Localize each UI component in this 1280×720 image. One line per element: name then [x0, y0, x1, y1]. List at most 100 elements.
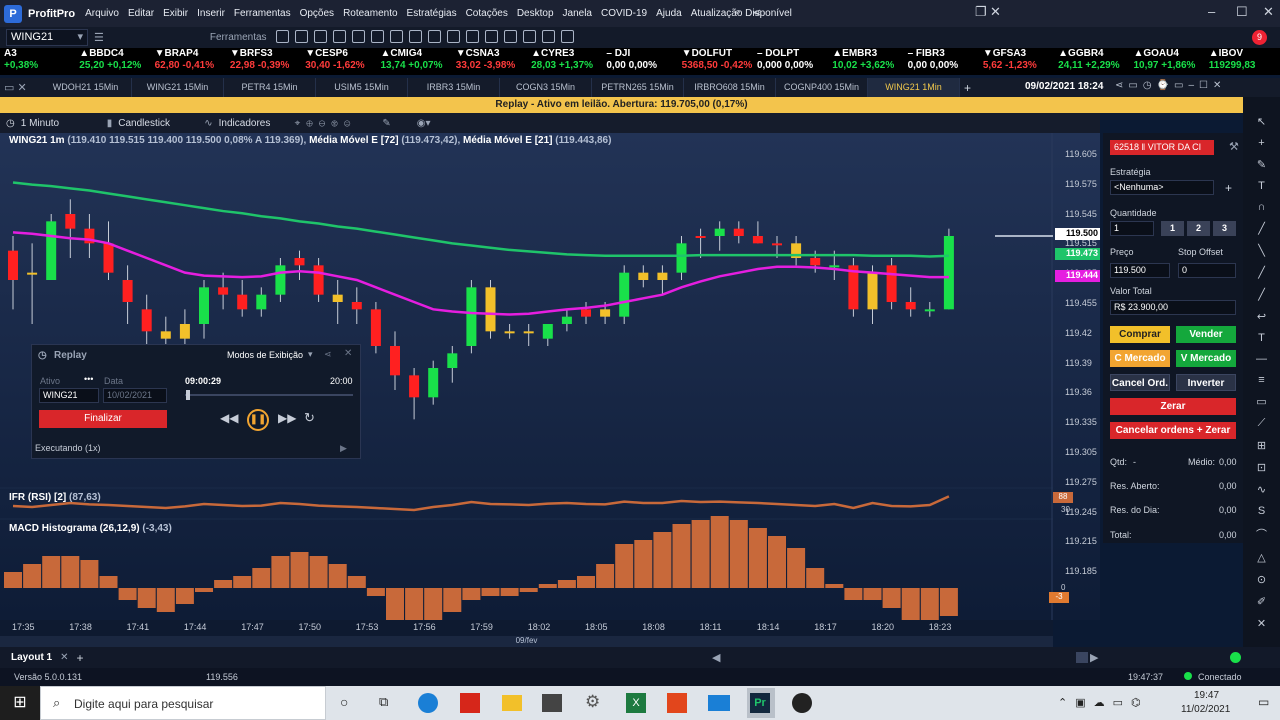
ray-icon[interactable]: ╲	[1258, 244, 1265, 257]
settings-icon[interactable]	[522, 29, 536, 43]
measure-icon[interactable]: ⊞	[1257, 439, 1266, 452]
office-icon[interactable]	[667, 693, 687, 713]
close-layout-icon[interactable]: ✕	[60, 652, 68, 663]
notifications-icon[interactable]: ▭	[1258, 695, 1269, 709]
broker-link-icon[interactable]: ⚒	[1229, 140, 1239, 153]
tab-3[interactable]: USIM5 15Min	[316, 78, 408, 97]
asset-selector[interactable]: WING21	[6, 29, 88, 46]
chart-type-select[interactable]: Candlestick	[118, 118, 198, 129]
text-note-icon[interactable]: T	[1258, 332, 1265, 344]
tab-4[interactable]: IRBR3 15Min	[408, 78, 500, 97]
table-icon[interactable]	[294, 29, 308, 43]
globe-icon[interactable]	[465, 29, 479, 43]
tray-icons[interactable]: ⌃▣☁▭⌬	[1058, 696, 1149, 709]
replay-progress-track[interactable]	[185, 394, 353, 396]
draw-edit-icon[interactable]: ✎	[1257, 158, 1266, 171]
curve-icon[interactable]: ↩	[1257, 310, 1266, 323]
rect-icon[interactable]: ▭	[1256, 395, 1266, 408]
finish-button[interactable]: Finalizar	[39, 410, 167, 428]
profit-app-icon[interactable]: Pr	[750, 693, 770, 713]
replay-dropdown-icon[interactable]: ▾	[308, 349, 313, 360]
restore-icon[interactable]: ❐	[975, 4, 987, 20]
ticker-item[interactable]: – DOLPT 0,000 0,00%	[753, 48, 828, 75]
rewind-icon[interactable]: ◀◀	[220, 411, 238, 425]
pencil-icon[interactable]: ✎	[382, 118, 390, 129]
close-window-icon[interactable]: ✕	[1263, 4, 1274, 20]
zero-button[interactable]: Zerar	[1110, 398, 1236, 415]
buy-market-button[interactable]: C Mercado	[1110, 350, 1170, 367]
indicators-button[interactable]: Indicadores	[219, 118, 289, 129]
fibo-icon[interactable]: ≡	[1258, 374, 1264, 386]
line-icon[interactable]: ╱	[1258, 288, 1265, 301]
forward-icon[interactable]: ▶▶	[278, 411, 296, 425]
tab-1[interactable]: WING21 15Min	[132, 78, 224, 97]
menu-item-13[interactable]: Atualização Disponível	[691, 8, 792, 19]
close-icon[interactable]: ✕	[990, 4, 1001, 20]
store-icon[interactable]	[542, 694, 562, 712]
tab-actions[interactable]: ⋖▭◷⌚▭–☐✕	[1115, 80, 1226, 91]
user-icon[interactable]	[484, 29, 498, 43]
stop-offset-input[interactable]: 0	[1178, 263, 1236, 278]
layout-tab[interactable]: Layout 1	[11, 652, 52, 663]
text-tool-icon[interactable]: T	[1258, 180, 1265, 192]
tab-5[interactable]: COGN3 15Min	[500, 78, 592, 97]
menu-item-5[interactable]: Opções	[300, 8, 334, 19]
ticker-item[interactable]: ▼GFSA3 5,62 -1,23%	[979, 48, 1054, 75]
triangle-icon[interactable]: △	[1257, 551, 1265, 564]
taskbar-search[interactable]: ⌕ Digite aqui para pesquisar	[40, 686, 326, 720]
maximize-window-icon[interactable]: ☐	[1236, 4, 1248, 20]
share-icon[interactable]: ⋖	[752, 6, 761, 19]
scroll-right-icon[interactable]: ▶	[1090, 651, 1098, 664]
layout-icon[interactable]	[408, 29, 422, 43]
tab-8[interactable]: COGNP400 15Min	[776, 78, 868, 97]
grid-icon[interactable]	[275, 29, 289, 43]
ticker-item[interactable]: ▲IBOV 119299,83	[1205, 48, 1280, 75]
interval-select[interactable]: 1 Minuto	[21, 118, 101, 129]
clock-icon[interactable]	[446, 29, 460, 43]
qty-preset-button[interactable]: 3	[1213, 221, 1236, 236]
replay-date-input[interactable]: 10/02/2021	[103, 388, 167, 403]
cancel-orders-button[interactable]: Cancel Ord.	[1110, 374, 1170, 391]
edit-icon[interactable]	[503, 29, 517, 43]
news-icon[interactable]	[351, 29, 365, 43]
tab-2[interactable]: PETR4 15Min	[224, 78, 316, 97]
buy-button[interactable]: Comprar	[1110, 326, 1170, 343]
power-icon[interactable]	[427, 29, 441, 43]
excel-icon[interactable]: X	[626, 693, 646, 713]
replay-asset-dots-icon[interactable]: •••	[84, 374, 93, 384]
ticker-item[interactable]: ▼BRAP4 62,80 -0,41%	[151, 48, 226, 75]
trendline-icon[interactable]: ╱	[1258, 222, 1265, 235]
ticker-item[interactable]: ▼CSNA3 33,02 -3,98%	[452, 48, 527, 75]
gear-icon[interactable]: ⚙	[585, 692, 600, 712]
crosshair-icon[interactable]: +	[1258, 137, 1264, 149]
sell-button[interactable]: Vender	[1176, 326, 1236, 343]
wave-icon[interactable]: ∿	[1257, 483, 1266, 496]
zoom-tools[interactable]: ⌖⊕⊖⊛⊜	[295, 118, 357, 129]
book-icon[interactable]	[332, 29, 346, 43]
arc-icon[interactable]: ⌒	[1256, 526, 1267, 542]
menu-item-12[interactable]: Ajuda	[656, 8, 682, 19]
task-view-icon[interactable]: ⧉	[379, 694, 388, 710]
robot-icon[interactable]	[560, 29, 574, 43]
menu-item-8[interactable]: Cotações	[466, 8, 508, 19]
replay-close-icon[interactable]: ✕	[344, 348, 352, 359]
tab-7[interactable]: IRBRO608 15Min	[684, 78, 776, 97]
account-select[interactable]: 62518 ‖ VITOR DA CI	[1110, 140, 1214, 155]
eraser-icon[interactable]: ✕	[1257, 617, 1266, 630]
tab-0[interactable]: WDOH21 15Min	[40, 78, 132, 97]
edge-icon[interactable]	[418, 693, 438, 713]
menu-item-6[interactable]: Roteamento	[343, 8, 397, 19]
add-layout-icon[interactable]: +	[77, 651, 84, 665]
brush-icon[interactable]: ✐	[1257, 595, 1266, 608]
menu-item-3[interactable]: Inserir	[197, 8, 225, 19]
monitor-icon[interactable]	[370, 29, 384, 43]
ticker-item[interactable]: ▲BBDC4 25,20 +0,12%	[75, 48, 150, 75]
hline-icon[interactable]: —	[1256, 353, 1267, 365]
magnet-icon[interactable]: ∩	[1258, 201, 1266, 213]
menu-item-0[interactable]: Arquivo	[85, 8, 119, 19]
eye-icon[interactable]: ◉▾	[417, 118, 431, 129]
ticker-item[interactable]: – DJI 0,00 0,00%	[602, 48, 677, 75]
zoom-box-icon[interactable]: ⊡	[1257, 461, 1266, 474]
price-input[interactable]: 119.500	[1110, 263, 1170, 278]
sell-market-button[interactable]: V Mercado	[1176, 350, 1236, 367]
